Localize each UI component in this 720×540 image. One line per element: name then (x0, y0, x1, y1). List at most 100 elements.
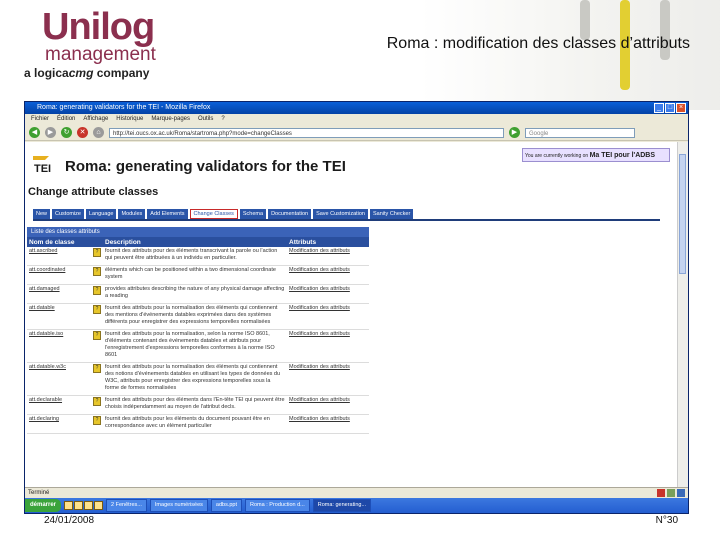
tei-logo-text: TEI (34, 163, 51, 174)
tab-language[interactable]: Language (86, 209, 117, 219)
menu-item[interactable]: ? (221, 114, 224, 125)
search-input[interactable]: Google (525, 127, 635, 138)
current-project-box: You are currently working on Ma TEI pour… (522, 148, 670, 162)
tab-customize[interactable]: Customize (52, 209, 84, 219)
attribute-classes-panel: Liste des classes attributs Nom de class… (27, 227, 369, 487)
modify-attributes-link[interactable]: Modification des attributs (287, 329, 369, 363)
tab-modules[interactable]: Modules (118, 209, 146, 219)
info-cell: ? (91, 247, 103, 266)
working-label: You are currently working on (525, 153, 589, 159)
modify-attributes-link[interactable]: Modification des attributs (287, 247, 369, 266)
class-name-link[interactable]: att.datable.iso (27, 329, 91, 363)
info-icon[interactable]: ? (93, 397, 101, 406)
taskbar-item[interactable]: Roma : Production d... (245, 499, 310, 512)
tab-new[interactable]: New (33, 209, 51, 219)
windows-taskbar: démarrer 2 Fenêtres... Images numérisées… (25, 498, 688, 513)
menu-item[interactable]: Marque-pages (151, 114, 190, 125)
back-arrow-icon[interactable]: ◀ (29, 127, 40, 138)
tab-save-customization[interactable]: Save Customization (313, 209, 368, 219)
info-icon[interactable]: ? (93, 248, 101, 257)
info-icon[interactable]: ? (93, 267, 101, 276)
info-icon[interactable]: ? (93, 305, 101, 314)
info-cell: ? (91, 395, 103, 415)
menu-item[interactable]: Fichier (31, 114, 49, 125)
page-heading: Roma: generating validators for the TEI (65, 158, 346, 175)
tab-schema[interactable]: Schema (239, 209, 267, 219)
modify-attributes-link[interactable]: Modification des attributs (287, 362, 369, 396)
forward-arrow-icon[interactable]: ▶ (45, 127, 56, 138)
table-row: att.coordinated? éléments which can be po… (27, 265, 369, 285)
modify-attributes-link[interactable]: Modification des attributs (287, 414, 369, 434)
tab-sanity-checker[interactable]: Sanity Checker (370, 209, 414, 219)
working-project: Ma TEI pour l'ADBS (589, 152, 656, 159)
info-icon[interactable]: ? (93, 331, 101, 340)
addon-icon (667, 489, 675, 497)
tab-change-classes[interactable]: Change Classes (189, 209, 238, 219)
menu-item[interactable]: Historique (116, 114, 143, 125)
navigation-toolbar: ◀ ▶ ↻ ✕ ⌂ http://tei.oucs.ox.ac.uk/Roma/… (25, 125, 688, 141)
reload-icon[interactable]: ↻ (61, 127, 72, 138)
class-name-link[interactable]: att.coordinated (27, 265, 91, 285)
taskbar-item[interactable]: 2 Fenêtres... (106, 499, 147, 512)
info-icon[interactable]: ? (93, 416, 101, 425)
info-icon[interactable]: ? (93, 364, 101, 373)
class-name-link[interactable]: att.ascribed (27, 247, 91, 266)
vertical-scrollbar[interactable] (677, 142, 688, 487)
info-cell: ? (91, 414, 103, 434)
table-header-row: Nom de classe Description Attributs (27, 237, 369, 247)
modify-attributes-link[interactable]: Modification des attributs (287, 265, 369, 285)
tab-add-elements[interactable]: Add Elements (147, 209, 188, 219)
go-icon[interactable]: ▶ (509, 127, 520, 138)
table-row: att.datable.w3c? fournit des attributs po… (27, 362, 369, 396)
column-header-attributes: Attributs (287, 237, 369, 247)
class-description: fournit des attributs pour la normalisat… (103, 329, 287, 363)
table-row: att.declaring? fournit des attributs pour… (27, 414, 369, 434)
menu-item[interactable]: Édition (57, 114, 75, 125)
class-name-link[interactable]: att.declaring (27, 414, 91, 434)
taskbar-item-active[interactable]: Roma: generating... (312, 499, 372, 512)
modify-attributes-link[interactable]: Modification des attributs (287, 303, 369, 330)
home-icon[interactable]: ⌂ (93, 127, 104, 138)
table-row: att.declarable? fournit des attributs pou… (27, 395, 369, 415)
class-name-link[interactable]: att.declarable (27, 395, 91, 415)
info-icon[interactable]: ? (93, 286, 101, 295)
maximize-button[interactable]: □ (665, 103, 675, 113)
tab-documentation[interactable]: Documentation (268, 209, 312, 219)
info-cell: ? (91, 362, 103, 396)
quick-launch-icon[interactable] (84, 501, 94, 510)
logica-wordmark: logica (34, 66, 69, 80)
taskbar-item[interactable]: adbs.ppt (210, 499, 243, 512)
status-bar: Terminé (25, 487, 688, 498)
browser-window: Roma: generating validators for the TEI … (24, 101, 689, 514)
quick-launch-icon[interactable] (94, 501, 104, 510)
address-bar[interactable]: http://tei.oucs.ox.ac.uk/Roma/startroma.… (109, 127, 504, 138)
info-cell: ? (91, 284, 103, 304)
table-row: att.damaged? provides attributes describi… (27, 284, 369, 304)
modify-attributes-link[interactable]: Modification des attributs (287, 395, 369, 415)
quick-launch-icon[interactable] (64, 501, 74, 510)
scrollbar-thumb[interactable] (679, 154, 686, 274)
status-text: Terminé (28, 490, 50, 496)
minimize-button[interactable]: _ (654, 103, 664, 113)
close-button[interactable]: × (676, 103, 686, 113)
class-name-link[interactable]: att.datable.w3c (27, 362, 91, 396)
taskbar-item[interactable]: Images numérisées (149, 499, 208, 512)
modify-attributes-link[interactable]: Modification des attributs (287, 284, 369, 304)
class-description: fournit des attributs pour la normalisat… (103, 303, 287, 330)
info-cell: ? (91, 265, 103, 285)
page-content: You are currently working on Ma TEI pour… (25, 142, 678, 487)
stop-icon[interactable]: ✕ (77, 127, 88, 138)
quick-launch-icon[interactable] (74, 501, 84, 510)
start-button[interactable]: démarrer (25, 499, 62, 512)
class-name-link[interactable]: att.datable (27, 303, 91, 330)
logo-unilog-text: Unilog (42, 6, 155, 48)
menu-item[interactable]: Affichage (83, 114, 108, 125)
class-description: fournit des attributs pour la normalisat… (103, 362, 287, 396)
quick-launch (64, 501, 104, 510)
info-cell: ? (91, 329, 103, 363)
menu-item[interactable]: Outils (198, 114, 213, 125)
table-row: att.ascribed? fournit des attributs pour … (27, 247, 369, 266)
window-titlebar: Roma: generating validators for the TEI … (25, 102, 688, 114)
class-name-link[interactable]: att.damaged (27, 284, 91, 304)
column-header-description: Description (103, 237, 287, 247)
